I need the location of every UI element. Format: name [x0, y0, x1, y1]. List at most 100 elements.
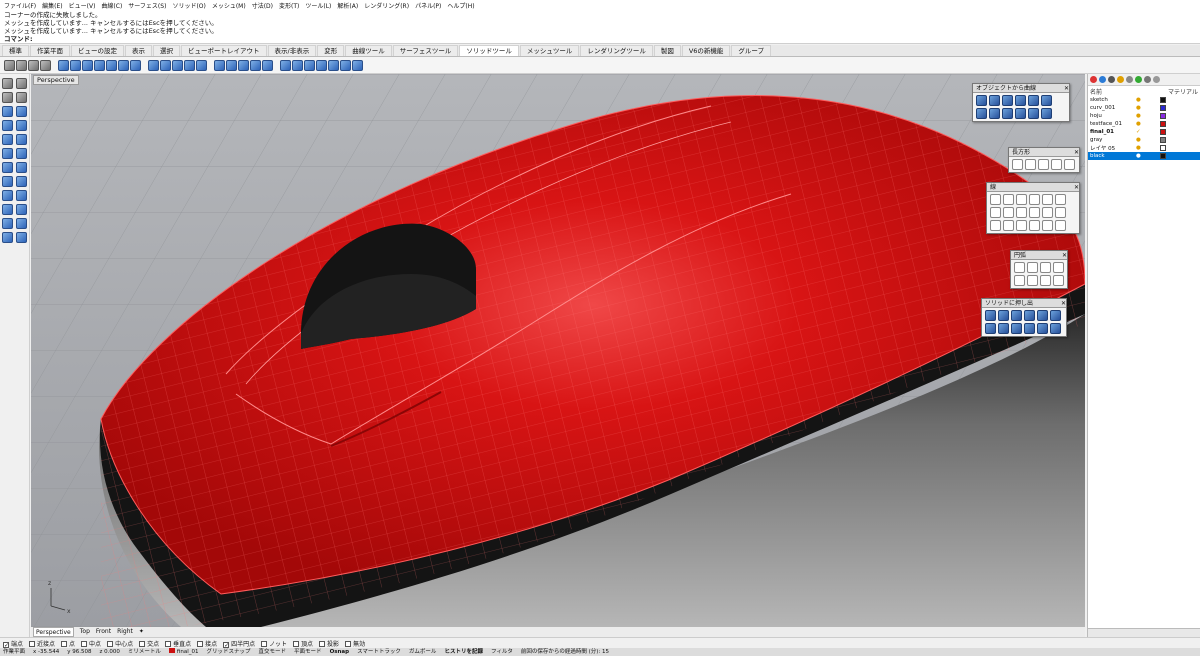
pull-icon[interactable] — [1028, 95, 1039, 106]
toggle-record-history[interactable]: ヒストリを記録 — [444, 648, 483, 656]
layer-row[interactable]: final_01 ✓ — [1088, 128, 1200, 136]
menu-dimension[interactable]: 寸法(D) — [252, 1, 273, 10]
move-up-icon[interactable] — [1117, 76, 1124, 83]
menu-analyze[interactable]: 解析(A) — [337, 1, 358, 10]
layer-color-swatch[interactable] — [1160, 129, 1166, 135]
layer-color-swatch[interactable] — [1160, 145, 1166, 151]
tools-icon[interactable] — [1144, 76, 1151, 83]
mesh-icon[interactable] — [2, 176, 13, 187]
line-tan-tan-icon[interactable] — [1003, 220, 1014, 231]
arc-3pt-icon[interactable] — [1027, 262, 1038, 273]
extrude-tangent-icon[interactable] — [1050, 323, 1061, 334]
layer-row[interactable]: hoju ● — [1088, 112, 1200, 120]
osnap-point[interactable]: 点 — [61, 639, 75, 648]
osnap-intersection[interactable]: 交点 — [139, 639, 159, 648]
viewport-tab-right[interactable]: Right — [117, 627, 133, 637]
round-hole-icon[interactable] — [226, 59, 237, 71]
command-prompt[interactable]: コマンド: — [4, 35, 1196, 43]
move-edge-icon[interactable] — [172, 59, 183, 71]
extrude-closed-curve-icon[interactable] — [998, 310, 1009, 321]
blend-edge-icon[interactable] — [28, 59, 39, 71]
silhouette-icon[interactable] — [1041, 95, 1052, 106]
line-perp-perp-icon[interactable] — [1016, 220, 1027, 231]
revolve-icon[interactable] — [16, 176, 27, 187]
unroll-icon[interactable] — [352, 59, 363, 71]
menu-view[interactable]: ビュー(V) — [69, 1, 96, 10]
line-bisector-icon[interactable] — [990, 207, 1001, 218]
line-normal-icon[interactable] — [1016, 194, 1027, 205]
toggle-ortho[interactable]: 直交モード — [259, 648, 287, 656]
tab-cplanes[interactable]: 作業平面 — [30, 45, 70, 56]
tab-viewport-layout[interactable]: ビューポートレイアウト — [181, 45, 267, 56]
layer-row[interactable]: レイヤ 05 ● — [1088, 144, 1200, 152]
line-perpendicular-icon[interactable] — [1055, 194, 1066, 205]
section-icon[interactable] — [989, 108, 1000, 119]
move-hole-icon[interactable] — [262, 59, 273, 71]
toggle-planar[interactable]: 平面モード — [294, 648, 322, 656]
rectangle-corner-icon[interactable] — [1012, 159, 1023, 170]
text-icon[interactable] — [292, 59, 303, 71]
extract-surface-icon[interactable] — [148, 59, 159, 71]
close-icon[interactable]: ✕ — [1062, 251, 1067, 259]
boolean-intersection-icon[interactable] — [82, 59, 93, 71]
toggle-grid-snap[interactable]: グリッドスナップ — [207, 648, 251, 656]
layer-row[interactable]: gray ● — [1088, 136, 1200, 144]
extrude-taper-icon[interactable] — [1011, 310, 1022, 321]
new-sublayer-icon[interactable] — [1099, 76, 1106, 83]
tab-display[interactable]: 表示 — [125, 45, 152, 56]
shell-icon[interactable] — [118, 59, 129, 71]
visibility-bulb-icon[interactable]: ● — [1136, 153, 1146, 159]
layer-row[interactable]: black ● — [1088, 152, 1200, 160]
polyline-icon[interactable] — [2, 92, 13, 103]
viewport-tab-front[interactable]: Front — [96, 627, 111, 637]
arc-tangent-icon[interactable] — [1053, 262, 1064, 273]
layer-color-swatch[interactable] — [1160, 121, 1166, 127]
fold-face-icon[interactable] — [196, 59, 207, 71]
panel-rectangle[interactable]: 長方形 ✕ — [1008, 147, 1080, 173]
menu-tools[interactable]: ツール(L) — [305, 1, 331, 10]
make-fillets-icon[interactable] — [280, 59, 291, 71]
extrude-rib-icon[interactable] — [985, 323, 996, 334]
osnap-center[interactable]: 中心点 — [107, 639, 133, 648]
solid-points-icon[interactable] — [340, 59, 351, 71]
menu-help[interactable]: ヘルプ(H) — [447, 1, 474, 10]
osnap-end[interactable]: 端点 — [3, 639, 23, 648]
layer-row[interactable]: sketch ● — [1088, 96, 1200, 104]
viewport-tab-top[interactable]: Top — [80, 627, 90, 637]
line-tangent-icon[interactable] — [1042, 194, 1053, 205]
extrude-to-point-icon[interactable] — [1037, 310, 1048, 321]
place-hole-icon[interactable] — [238, 59, 249, 71]
plane-surface-icon[interactable] — [2, 134, 13, 145]
tab-new-in-v6[interactable]: V6の新機能 — [681, 45, 731, 56]
layer-color-swatch[interactable] — [1160, 153, 1166, 159]
wire-cut-icon[interactable] — [304, 59, 315, 71]
create-uv-icon[interactable] — [1028, 108, 1039, 119]
tab-drafting[interactable]: 製図 — [653, 45, 681, 56]
create-solid-icon[interactable] — [106, 59, 117, 71]
arc-start-end-icon[interactable] — [1040, 262, 1051, 273]
menu-file[interactable]: ファイル(F) — [4, 1, 36, 10]
panel-arc[interactable]: 円弧 ✕ — [1010, 250, 1068, 289]
toggle-filter[interactable]: フィルタ — [491, 648, 513, 656]
panel-curve-from-object[interactable]: オブジェクトから曲線 ✕ — [972, 83, 1070, 122]
duplicate-edge-icon[interactable] — [976, 95, 987, 106]
tab-set-view[interactable]: ビューの設定 — [71, 45, 124, 56]
visibility-bulb-icon[interactable]: ● — [1136, 145, 1146, 151]
cap-icon[interactable] — [130, 59, 141, 71]
chamfer-edge-icon[interactable] — [16, 59, 27, 71]
rotate-icon[interactable] — [16, 218, 27, 229]
extrude-surface-icon[interactable] — [985, 310, 996, 321]
panel-extrude-to-solid[interactable]: ソリッドに押し出 ✕ — [981, 298, 1067, 337]
toggle-osnap[interactable]: Osnap — [330, 648, 350, 656]
close-icon[interactable]: ✕ — [1074, 183, 1079, 191]
tab-transform[interactable]: 変形 — [317, 45, 345, 56]
rounded-rectangle-icon[interactable] — [1064, 159, 1075, 170]
visibility-bulb-icon[interactable]: ● — [1136, 105, 1146, 111]
extrude-slab-icon[interactable] — [998, 323, 1009, 334]
contour-icon[interactable] — [976, 108, 987, 119]
move-down-icon[interactable] — [1126, 76, 1133, 83]
close-icon[interactable]: ✕ — [1074, 148, 1079, 156]
tab-render-tools[interactable]: レンダリングツール — [580, 45, 653, 56]
line-globe-icon[interactable] — [1055, 220, 1066, 231]
scale-icon[interactable] — [2, 232, 13, 243]
